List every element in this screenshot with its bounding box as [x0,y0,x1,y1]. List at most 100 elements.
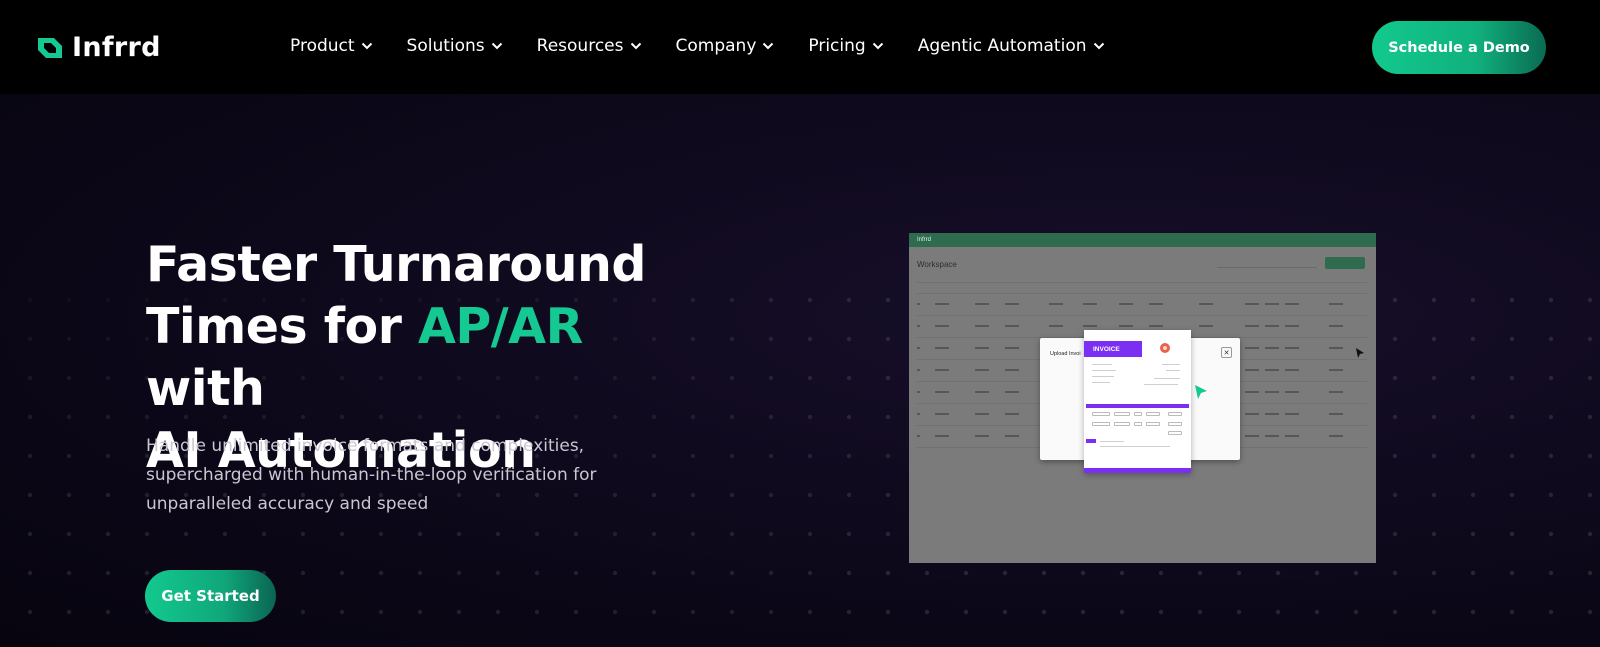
invoice-text-line [1092,370,1116,371]
background-dot [1158,570,1164,576]
background-dot [456,570,462,576]
product-screenshot: Infrrd Workspace Upload Invoi ✕ INVOICE [909,233,1376,563]
background-dot [456,531,462,537]
nav-item-company[interactable]: Company [676,36,775,56]
background-dot [105,414,111,420]
background-dot [573,609,579,615]
invoice-cell [1114,412,1130,416]
background-dot [729,609,735,615]
invoice-text-line [1154,378,1180,379]
background-dot [729,336,735,342]
nav-item-solutions[interactable]: Solutions [407,36,503,56]
app-table-cell [917,391,920,393]
nav-item-label: Pricing [808,36,866,56]
background-dot [1431,453,1437,459]
nav-item-label: Resources [536,36,624,56]
background-dot [1548,297,1554,303]
app-table-cell [935,391,949,393]
app-table-divider [917,315,1367,316]
background-dot [768,492,774,498]
headline-accent: AP/AR [417,298,583,355]
invoice-cell [1168,412,1182,416]
background-dot [66,609,72,615]
background-dot [807,570,813,576]
background-dot [1431,492,1437,498]
headline-line-2-prefix: Times for [146,298,418,355]
background-dot [1587,609,1593,615]
background-dot [339,531,345,537]
background-dot [846,336,852,342]
background-dot [846,531,852,537]
headline-line-1: Faster Turnaround [146,236,646,293]
invoice-text-line [1092,376,1114,377]
background-dot [105,492,111,498]
background-dot [1548,336,1554,342]
background-dot [1509,375,1515,381]
schedule-demo-button[interactable]: Schedule a Demo [1372,21,1546,74]
background-dot [1158,609,1164,615]
background-dot [1431,297,1437,303]
background-dot [807,414,813,420]
background-dot [1314,570,1320,576]
nav-item-resources[interactable]: Resources [537,36,642,56]
background-dot [1197,570,1203,576]
app-table-cell [1005,413,1019,415]
cursor-arrow-icon [1195,385,1207,399]
background-dot [768,609,774,615]
app-table-cell [975,325,989,327]
background-dot [924,609,930,615]
background-dot [651,609,657,615]
background-dot [807,609,813,615]
background-dot [300,531,306,537]
nav-item-agentic-automation[interactable]: Agentic Automation [918,36,1105,56]
pointer-cursor-icon [1356,348,1364,358]
background-dot [807,336,813,342]
background-dot [651,531,657,537]
background-dot [729,414,735,420]
invoice-cell [1134,412,1142,416]
background-dot [534,609,540,615]
invoice-footer-bar [1084,468,1191,473]
background-dot [807,492,813,498]
background-dot [846,414,852,420]
app-table-cell [975,413,989,415]
background-dot [27,531,33,537]
background-dot [1392,375,1398,381]
background-dot [27,609,33,615]
background-dot [1587,492,1593,498]
background-dot [66,414,72,420]
app-table-cell [1149,325,1163,327]
background-dot [27,492,33,498]
background-dot [729,297,735,303]
background-dot [768,336,774,342]
get-started-button[interactable]: Get Started [145,570,276,622]
background-dot [1548,492,1554,498]
app-table-cell [1245,303,1259,305]
background-dot [885,336,891,342]
app-table-cell [1329,303,1343,305]
background-dot [1587,414,1593,420]
nav-item-label: Solutions [406,36,485,56]
background-dot [846,492,852,498]
app-table-cell [1245,391,1259,393]
background-dot [846,375,852,381]
app-add-button [1325,257,1365,269]
app-table-cell [1083,303,1097,305]
app-table-cell [1265,369,1279,371]
nav-item-pricing[interactable]: Pricing [808,36,883,56]
app-table-cell [1245,369,1259,371]
background-dot [495,531,501,537]
background-dot [1548,453,1554,459]
app-table-cell [1245,413,1259,415]
background-dot [1392,297,1398,303]
background-dot [690,531,696,537]
invoice-total-tag [1086,439,1096,443]
background-dot [378,531,384,537]
hero-subtext: Handle unlimited invoice formats and com… [146,436,597,514]
invoice-text-line [1100,441,1124,442]
app-table-cell [975,369,989,371]
background-dot [66,492,72,498]
background-dot [885,570,891,576]
nav-item-product[interactable]: Product [290,36,373,56]
brand-logo[interactable]: Infrrd [34,32,161,63]
